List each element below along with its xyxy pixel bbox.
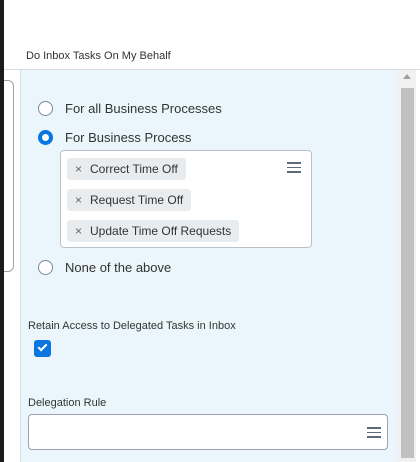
selected-item[interactable]: × Update Time Off Requests bbox=[67, 220, 240, 242]
list-icon[interactable] bbox=[287, 162, 301, 173]
radio-option-none[interactable]: None of the above bbox=[38, 260, 171, 275]
radio-option-business-process[interactable]: For Business Process bbox=[38, 130, 191, 145]
scrollbar-thumb[interactable] bbox=[401, 88, 414, 458]
radio-label: None of the above bbox=[65, 260, 172, 275]
radio-button[interactable] bbox=[38, 260, 53, 275]
selected-item-label: Correct Time Off bbox=[90, 162, 178, 176]
selected-item-label: Update Time Off Requests bbox=[90, 224, 232, 238]
top-edge bbox=[4, 0, 420, 10]
dialog-header: Do Inbox Tasks On My Behalf bbox=[4, 12, 420, 70]
retain-access-checkbox[interactable] bbox=[34, 340, 51, 357]
radio-option-all[interactable]: For all Business Processes bbox=[38, 101, 222, 116]
selected-item[interactable]: × Request Time Off bbox=[67, 189, 192, 211]
radio-label: For Business Process bbox=[65, 130, 192, 145]
close-icon[interactable]: × bbox=[75, 224, 82, 238]
retain-access-label: Retain Access to Delegated Tasks in Inbo… bbox=[28, 320, 236, 332]
page-title: Do Inbox Tasks On My Behalf bbox=[26, 50, 171, 62]
delegation-rule-input[interactable] bbox=[28, 414, 388, 450]
radio-label: For all Business Processes bbox=[65, 101, 222, 116]
panel-left-edge bbox=[4, 80, 14, 272]
arrow-up-icon[interactable] bbox=[403, 74, 411, 79]
radio-button[interactable] bbox=[38, 101, 53, 116]
radio-button-selected[interactable] bbox=[38, 130, 53, 145]
close-icon[interactable]: × bbox=[75, 162, 82, 176]
selected-item-label: Request Time Off bbox=[90, 193, 184, 207]
list-icon[interactable] bbox=[367, 427, 381, 438]
business-process-prompt[interactable]: × Correct Time Off × Request Time Off × … bbox=[60, 150, 312, 248]
check-icon bbox=[37, 341, 48, 352]
close-icon[interactable]: × bbox=[75, 193, 82, 207]
delegation-rule-label: Delegation Rule bbox=[28, 397, 107, 409]
selected-item[interactable]: × Correct Time Off bbox=[67, 158, 186, 180]
